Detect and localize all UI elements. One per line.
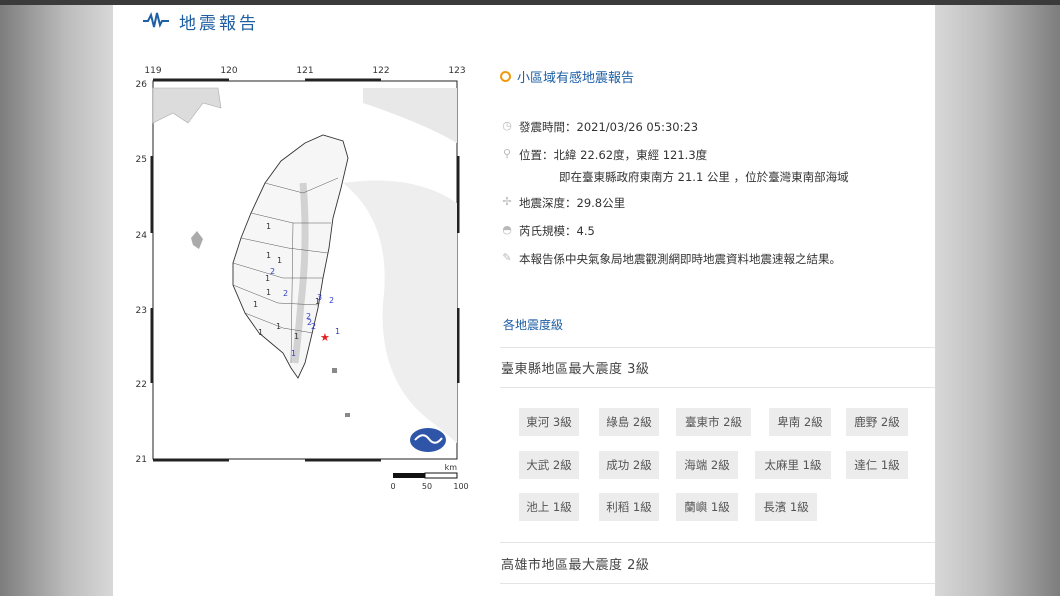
region-title-taitung: 臺東縣地區最大震度 3級 [501,362,650,377]
intensity-mark: 1 [253,300,258,309]
background-blur-left [0,0,113,596]
lat-tick: 23 [136,306,147,316]
info-magnitude: ◓ 芮氏規模：4.5 [502,223,595,239]
clock-icon: ◷ [502,119,512,132]
levels-link[interactable]: 各地震度級 [503,316,563,333]
intensity-mark: 2 [283,289,288,298]
pen-icon: ✎ [502,251,512,264]
station-chip[interactable]: 長濱 1級 [755,493,817,521]
divider [500,542,935,543]
lon-tick: 123 [448,66,465,76]
lat-tick: 26 [136,80,148,90]
intensity-mark: 1 [277,256,282,265]
report-title-text: 小區域有感地震報告 [517,71,635,86]
divider [500,347,935,348]
cwb-logo-icon [410,428,446,452]
intensity-mark: 1 [276,322,281,331]
report-panel: 地震報告 119 120 121 122 123 26 25 24 23 22 … [113,5,935,596]
intensity-mark: 2 [311,322,316,331]
intensity-mark: 2 [270,267,275,276]
station-chip[interactable]: 綠島 2級 [599,408,659,436]
station-chip[interactable]: 太麻里 1級 [755,451,831,479]
info-location: ⚲ 位置：北緯 22.62度，東經 121.3度 即在臺東縣政府東南方 21.1… [502,147,849,185]
scale-label: 0 [390,482,395,491]
lat-tick: 21 [136,455,147,465]
intensity-mark: 1 [266,288,271,297]
lat-tick: 22 [136,380,147,390]
scale-unit: km [445,463,458,472]
intensity-mark: 1 [258,328,263,337]
location-pin-icon: ⚲ [502,147,512,160]
lat-tick: 25 [136,155,147,165]
station-chip[interactable]: 鹿野 2級 [846,408,908,436]
info-time: ◷ 發震時間：2021/03/26 05:30:23 [502,119,699,135]
region-title-kaohsiung: 高雄市地區最大震度 2級 [501,558,650,573]
earthquake-map[interactable]: 119 120 121 122 123 26 25 24 23 22 21 1 … [133,63,483,493]
page-title: 地震報告 [179,13,259,34]
station-chip[interactable]: 池上 1級 [519,493,579,521]
station-chip[interactable]: 大武 2級 [519,451,579,479]
intensity-mark: 1 [291,349,296,358]
lat-tick: 24 [136,231,148,241]
station-chip[interactable]: 卑南 2級 [769,408,831,436]
lon-tick: 122 [372,66,389,76]
seismograph-icon [143,12,169,28]
station-chip[interactable]: 海端 2級 [676,451,738,479]
station-chip[interactable]: 達仁 1級 [846,451,908,479]
divider [500,583,935,584]
intensity-mark: 1 [315,297,320,306]
intensity-mark: 1 [266,251,271,260]
epicenter-star-icon: ★ [320,331,330,344]
intensity-mark: 1 [335,327,340,336]
intensity-mark: 1 [294,332,299,341]
info-depth: ✢ 地震深度：29.8公里 [502,195,626,211]
report-info: ◷ 發震時間：2021/03/26 05:30:23 ⚲ 位置：北緯 22.62… [501,119,921,279]
station-chip[interactable]: 成功 2級 [599,451,659,479]
page-header: 地震報告 [143,9,259,34]
magnitude-icon: ◓ [502,223,512,236]
divider [500,387,935,388]
dot-icon [500,71,511,82]
intensity-mark: 2 [329,296,334,305]
depth-icon: ✢ [502,195,512,208]
station-chip[interactable]: 蘭嶼 1級 [676,493,738,521]
station-chip[interactable]: 臺東市 2級 [676,408,751,436]
station-chip[interactable]: 東河 3級 [519,408,579,436]
scale-label: 100 [453,482,468,491]
lon-tick: 119 [144,66,161,76]
scale-bar [393,473,425,478]
station-chip[interactable]: 利稻 1級 [599,493,659,521]
background-blur-right [935,0,1060,596]
report-title: 小區域有感地震報告 [500,67,634,86]
info-note: ✎ 本報告係中央氣象局地震觀測網即時地震資料地震速報之結果。 [502,251,841,267]
scale-label: 50 [422,482,432,491]
lon-tick: 120 [220,66,237,76]
intensity-mark: 1 [266,222,271,231]
lon-tick: 121 [296,66,313,76]
